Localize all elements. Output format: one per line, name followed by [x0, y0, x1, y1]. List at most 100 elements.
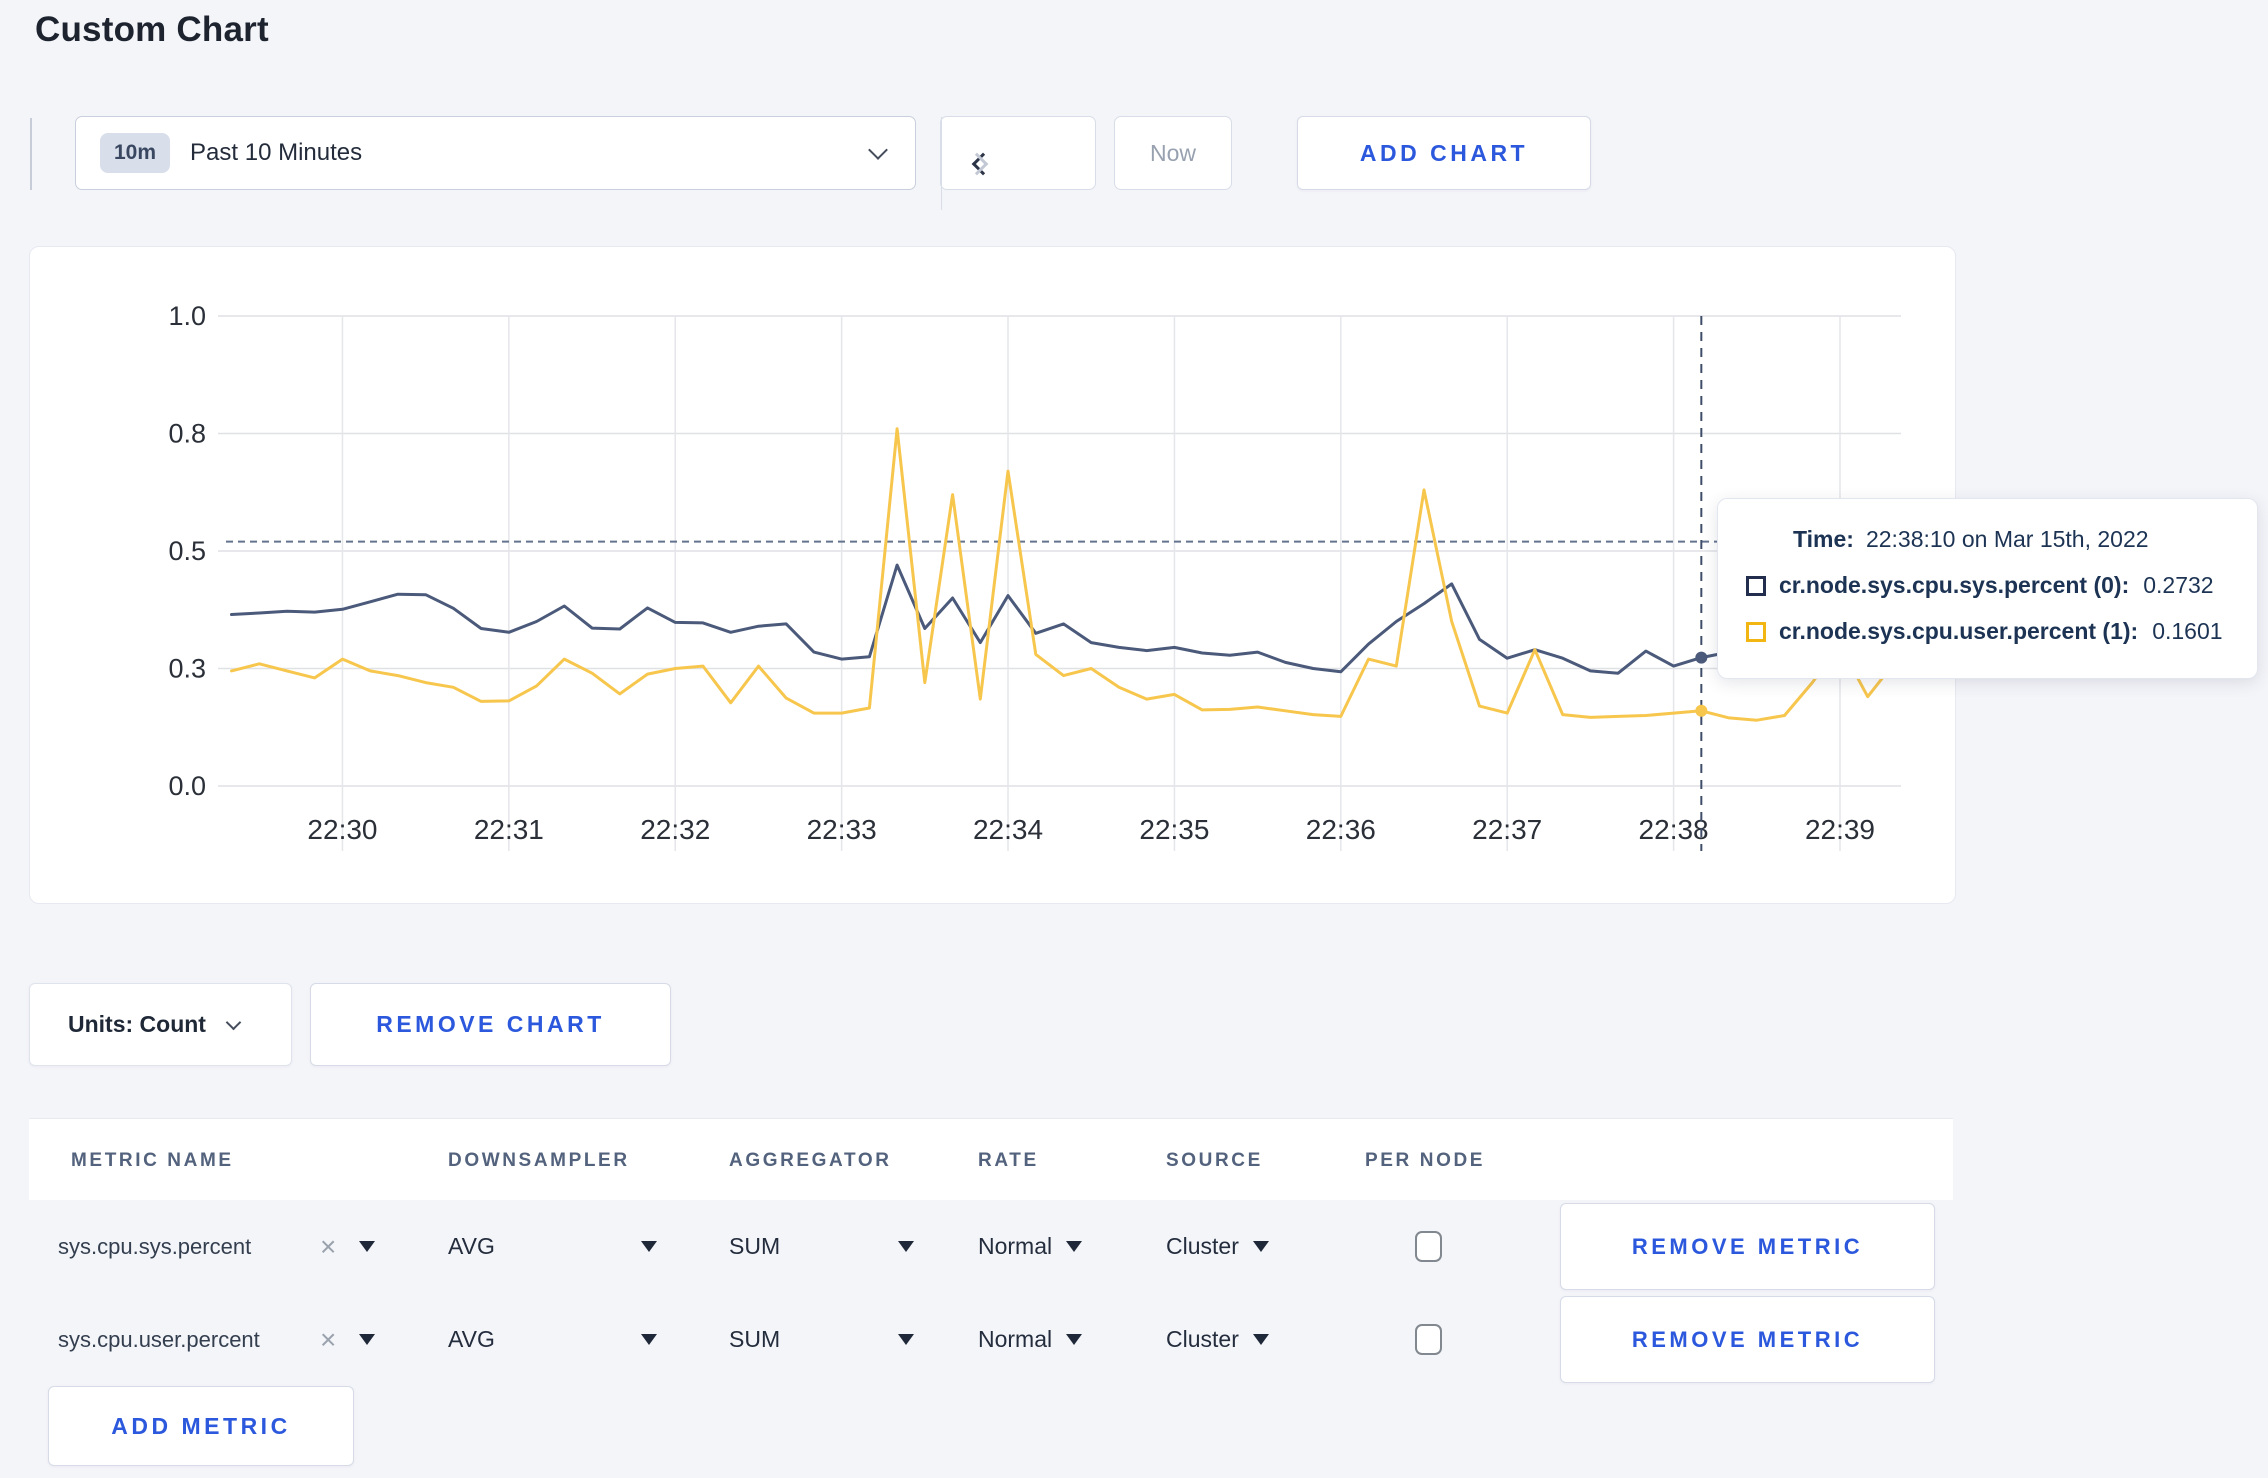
col-header-metric-name: METRIC NAME	[71, 1150, 234, 1171]
remove-chart-button[interactable]: REMOVE CHART	[310, 983, 671, 1066]
remove-metric-x-icon[interactable]: ×	[320, 1293, 336, 1386]
per-node-checkbox[interactable]	[1415, 1200, 1442, 1293]
metric-name-label: sys.cpu.sys.percent	[58, 1233, 252, 1259]
hover-marker-0	[1695, 651, 1708, 664]
custom-chart-page: Custom Chart 10m Past 10 Minutes Now ADD…	[0, 0, 2268, 1478]
y-tick-label: 1.0	[168, 301, 206, 331]
x-tick-label: 22:36	[1306, 814, 1376, 845]
chevron-right-icon	[965, 152, 989, 175]
remove-metric-button[interactable]: REMOVE METRIC	[1560, 1203, 1935, 1290]
time-range-label: Past 10 Minutes	[190, 139, 363, 166]
source-value: Cluster	[1166, 1233, 1239, 1259]
metric-name-label: sys.cpu.user.percent	[58, 1326, 260, 1352]
remove-chart-label: REMOVE CHART	[376, 1011, 605, 1037]
aggregator-select[interactable]: SUM	[729, 1200, 780, 1293]
hover-marker-1	[1695, 704, 1708, 717]
remove-metric-button[interactable]: REMOVE METRIC	[1560, 1296, 1935, 1383]
user-series-swatch-icon	[1746, 621, 1766, 642]
chevron-down-icon	[868, 140, 888, 160]
caret-down-icon[interactable]	[898, 1293, 914, 1386]
metrics-table-header: METRIC NAME DOWNSAMPLER AGGREGATOR RATE …	[29, 1118, 1953, 1200]
table-row: sys.cpu.user.percent × AVG SUM Normal Cl…	[29, 1293, 1953, 1386]
tooltip-time-value: 22:38:10 on Mar 15th, 2022	[1865, 526, 2149, 552]
tooltip-time-row: Time: 22:38:10 on Mar 15th, 2022	[1793, 526, 2227, 553]
rate-select[interactable]: Normal	[978, 1293, 1083, 1386]
x-tick-label: 22:30	[307, 814, 377, 845]
cpu-percent-chart[interactable]: 0.0 0.3 0.5 0.8 1.0 22:30 22:31 22:32 22:33 22:34…	[30, 247, 1955, 903]
col-header-per-node: PER NODE	[1365, 1150, 1486, 1171]
units-select[interactable]: Units: Count	[29, 983, 292, 1066]
x-tick-label: 22:32	[640, 814, 710, 845]
series-line-1	[230, 427, 1897, 722]
x-tick-label: 22:39	[1805, 814, 1875, 845]
col-header-downsampler: DOWNSAMPLER	[448, 1150, 630, 1171]
remove-metric-x-icon[interactable]: ×	[320, 1200, 336, 1293]
y-tick-label: 0.3	[168, 654, 206, 684]
caret-down-icon[interactable]	[359, 1293, 375, 1386]
add-chart-label: ADD CHART	[1359, 139, 1529, 166]
next-range-button[interactable]	[941, 117, 1018, 210]
x-tick-label: 22:35	[1139, 814, 1209, 845]
metric-name-select[interactable]: sys.cpu.sys.percent	[58, 1200, 251, 1293]
caret-down-icon[interactable]	[898, 1200, 914, 1293]
col-header-aggregator: AGGREGATOR	[729, 1150, 892, 1171]
caret-down-icon[interactable]	[641, 1200, 657, 1293]
col-header-source: SOURCE	[1166, 1150, 1263, 1171]
series-line-0	[230, 563, 1897, 675]
time-range-badge: 10m	[100, 133, 171, 173]
metric-name-select[interactable]: sys.cpu.user.percent	[58, 1293, 260, 1386]
caret-down-icon[interactable]	[641, 1293, 657, 1386]
col-header-rate: RATE	[978, 1150, 1039, 1171]
aggregator-value: SUM	[729, 1233, 781, 1259]
remove-metric-label: REMOVE METRIC	[1631, 1233, 1864, 1259]
time-range-select[interactable]: 10m Past 10 Minutes	[75, 116, 916, 190]
tooltip-series-row: cr.node.sys.cpu.sys.percent (0): 0.2732	[1746, 572, 2227, 599]
add-metric-button[interactable]: ADD METRIC	[48, 1386, 354, 1466]
aggregator-select[interactable]: SUM	[729, 1293, 780, 1386]
now-button[interactable]: Now	[1114, 116, 1232, 190]
add-metric-label: ADD METRIC	[111, 1412, 291, 1439]
toolbar-divider	[30, 118, 32, 190]
downsampler-value: AVG	[448, 1233, 495, 1259]
tooltip-series-value: 0.2732	[2143, 572, 2214, 598]
y-tick-label: 0.8	[168, 419, 206, 449]
caret-down-icon	[1066, 1334, 1083, 1345]
source-select[interactable]: Cluster	[1166, 1200, 1269, 1293]
source-select[interactable]: Cluster	[1166, 1293, 1269, 1386]
downsampler-select[interactable]: AVG	[448, 1200, 495, 1293]
rate-value: Normal	[978, 1233, 1053, 1259]
caret-down-icon[interactable]	[359, 1200, 375, 1293]
add-chart-button[interactable]: ADD CHART	[1297, 116, 1591, 190]
x-tick-label: 22:31	[474, 814, 544, 845]
units-label: Units: Count	[68, 1011, 206, 1037]
rate-select[interactable]: Normal	[978, 1200, 1083, 1293]
tooltip-time-label: Time:	[1793, 526, 1854, 552]
sys-series-swatch-icon	[1746, 575, 1766, 596]
x-tick-label: 22:37	[1472, 814, 1542, 845]
caret-down-icon	[1252, 1334, 1269, 1345]
tooltip-series-value: 0.1601	[2152, 618, 2223, 644]
y-tick-label: 0.5	[168, 536, 206, 566]
time-range-pager	[940, 116, 1096, 210]
x-tick-label: 22:34	[973, 814, 1043, 845]
x-tick-label: 22:38	[1639, 814, 1709, 845]
chart-card: 0.0 0.3 0.5 0.8 1.0 22:30 22:31 22:32 22:33 22:34…	[29, 246, 1956, 904]
aggregator-value: SUM	[729, 1326, 781, 1352]
tooltip-series-row: cr.node.sys.cpu.user.percent (1): 0.1601	[1746, 618, 2227, 645]
remove-metric-label: REMOVE METRIC	[1631, 1326, 1864, 1352]
y-tick-label: 0.0	[168, 771, 206, 801]
tooltip-series-label: cr.node.sys.cpu.sys.percent (0):	[1779, 572, 2130, 598]
tooltip-series-label: cr.node.sys.cpu.user.percent (1):	[1779, 618, 2139, 644]
caret-down-icon	[1252, 1241, 1269, 1252]
rate-value: Normal	[978, 1326, 1053, 1352]
per-node-checkbox[interactable]	[1415, 1293, 1442, 1386]
table-row: sys.cpu.sys.percent × AVG SUM Normal Clu…	[29, 1200, 1953, 1293]
downsampler-select[interactable]: AVG	[448, 1293, 495, 1386]
source-value: Cluster	[1166, 1326, 1239, 1352]
x-tick-label: 22:33	[807, 814, 877, 845]
downsampler-value: AVG	[448, 1326, 495, 1352]
caret-down-icon	[1066, 1241, 1083, 1252]
chart-tooltip: Time: 22:38:10 on Mar 15th, 2022 cr.node.…	[1717, 498, 2258, 679]
page-title: Custom Chart	[35, 10, 269, 49]
chevron-down-icon	[225, 1014, 242, 1030]
